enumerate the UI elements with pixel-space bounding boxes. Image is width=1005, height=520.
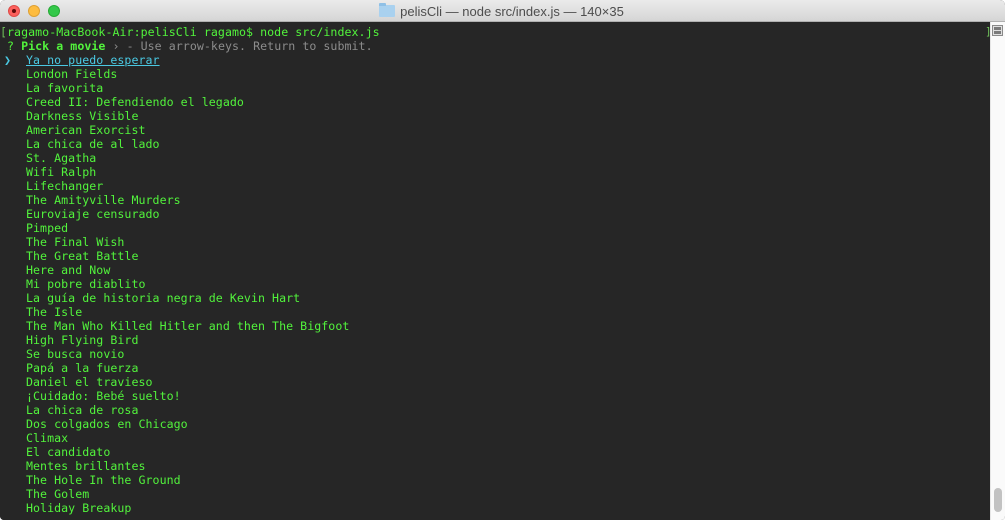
movie-option-label: The Man Who Killed Hitler and then The B… [26, 319, 350, 333]
movie-option[interactable]: Holiday Breakup [0, 501, 131, 515]
movie-option[interactable]: American Exorcist [0, 123, 146, 137]
selection-pointer-icon: ❯ [4, 53, 12, 67]
movie-option-label: La chica de al lado [26, 137, 160, 151]
movie-option-selected[interactable]: ❯ Ya no puedo esperar [0, 53, 160, 67]
scrollbar-track[interactable] [990, 22, 1005, 520]
movie-option[interactable]: La chica de al lado [0, 137, 160, 151]
movie-option-label: Mi pobre diablito [26, 277, 146, 291]
movie-option-label: The Hole In the Ground [26, 473, 181, 487]
movie-option[interactable]: High Flying Bird [0, 333, 138, 347]
movie-option-label: Papá a la fuerza [26, 361, 139, 375]
movie-option[interactable]: Creed II: Defendiendo el legado [0, 95, 244, 109]
movie-option-label: High Flying Bird [26, 333, 139, 347]
movie-option[interactable]: Pimped [0, 221, 68, 235]
movie-option[interactable]: Papá a la fuerza [0, 361, 138, 375]
movie-option[interactable]: The Golem [0, 487, 89, 501]
movie-option[interactable]: Dos colgados en Chicago [0, 417, 188, 431]
movie-option[interactable]: Darkness Visible [0, 109, 138, 123]
movie-option-label: The Final Wish [26, 235, 125, 249]
movie-option[interactable]: ¡Cuidado: Bebé suelto! [0, 389, 181, 403]
movie-option[interactable]: The Amityville Murders [0, 193, 181, 207]
movie-option-label: Here and Now [26, 263, 111, 277]
shell-prompt: ragamo-MacBook-Air:pelisCli ragamo$ [7, 25, 261, 39]
terminal-window: pelisCli — node src/index.js — 140×35 [r… [0, 0, 1005, 520]
movie-option[interactable]: The Final Wish [0, 235, 124, 249]
movie-option[interactable]: Se busca novio [0, 347, 124, 361]
movie-option-label: The Great Battle [26, 249, 139, 263]
movie-option-label: The Amityville Murders [26, 193, 181, 207]
movie-option-label: St. Agatha [26, 151, 97, 165]
folder-icon [379, 3, 396, 17]
question-separator: › [112, 39, 120, 53]
movie-option[interactable]: The Hole In the Ground [0, 473, 181, 487]
movie-option-label: Wifi Ralph [26, 165, 97, 179]
movie-option[interactable]: Mi pobre diablito [0, 277, 146, 291]
movie-option-label: Climax [26, 431, 69, 445]
pointer-slot: ❯ [0, 53, 26, 67]
movie-option[interactable]: The Man Who Killed Hitler and then The B… [0, 319, 349, 333]
movie-option-label: La favorita [26, 81, 104, 95]
prompt-open-bracket: [ [0, 25, 8, 39]
movie-option-label: American Exorcist [26, 123, 146, 137]
movie-option[interactable]: The Isle [0, 305, 82, 319]
movie-option-label: La guía de historia negra de Kevin Hart [26, 291, 301, 305]
movie-option-label: Se busca novio [26, 347, 125, 361]
split-pane-icon[interactable] [992, 25, 1003, 36]
movie-option-label: Holiday Breakup [26, 501, 132, 515]
movie-option-label: Pimped [26, 221, 69, 235]
movie-option-label: London Fields [26, 67, 118, 81]
movie-option[interactable]: La guía de historia negra de Kevin Hart [0, 291, 300, 305]
movie-option-label: El candidato [26, 445, 111, 459]
movie-option[interactable]: La favorita [0, 81, 103, 95]
window-title-container: pelisCli — node src/index.js — 140×35 [0, 0, 1005, 22]
movie-option[interactable]: The Great Battle [0, 249, 138, 263]
movie-option-label: La chica de rosa [26, 403, 139, 417]
movie-option[interactable]: Wifi Ralph [0, 165, 96, 179]
movie-option[interactable]: Daniel el travieso [0, 375, 153, 389]
movie-option[interactable]: Climax [0, 431, 68, 445]
movie-option[interactable]: St. Agatha [0, 151, 96, 165]
title-bar[interactable]: pelisCli — node src/index.js — 140×35 [0, 0, 1005, 22]
movie-option-label: Creed II: Defendiendo el legado [26, 95, 244, 109]
question-line: ? Pick a movie › - Use arrow-keys. Retur… [0, 39, 373, 53]
movie-option-label: Euroviaje censurado [26, 207, 160, 221]
window-title: pelisCli — node src/index.js — 140×35 [400, 3, 624, 19]
movie-option[interactable]: Here and Now [0, 263, 110, 277]
movie-option[interactable]: Mentes brillantes [0, 459, 146, 473]
movie-option-label: Lifechanger [26, 179, 104, 193]
movie-option-label: Ya no puedo esperar [26, 53, 160, 67]
movie-option-label: ¡Cuidado: Bebé suelto! [26, 389, 181, 403]
terminal-output[interactable]: [ragamo-MacBook-Air:pelisCli ragamo$ nod… [0, 22, 992, 520]
movie-option-label: Dos colgados en Chicago [26, 417, 188, 431]
command-prompt-line: [ragamo-MacBook-Air:pelisCli ragamo$ nod… [0, 25, 380, 39]
movie-option-label: The Isle [26, 305, 83, 319]
movie-option[interactable]: London Fields [0, 67, 117, 81]
movie-option-label: Daniel el travieso [26, 375, 153, 389]
movie-option[interactable]: Lifechanger [0, 179, 103, 193]
scrollbar-thumb[interactable] [994, 488, 1002, 512]
movie-option-label: Darkness Visible [26, 109, 139, 123]
movie-option[interactable]: La chica de rosa [0, 403, 138, 417]
movie-option-label: Mentes brillantes [26, 459, 146, 473]
movie-option[interactable]: Euroviaje censurado [0, 207, 160, 221]
question-label: Pick a movie [21, 39, 106, 53]
shell-command: node src/index.js [260, 25, 380, 39]
movie-option-label: The Golem [26, 487, 90, 501]
question-hint: - Use arrow-keys. Return to submit. [126, 39, 373, 53]
movie-option[interactable]: El candidato [0, 445, 110, 459]
question-mark: ? [7, 39, 15, 53]
